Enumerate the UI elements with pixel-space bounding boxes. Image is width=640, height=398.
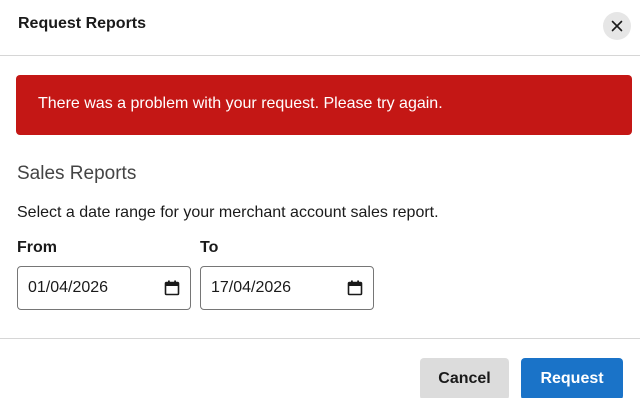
close-icon — [611, 20, 623, 32]
request-reports-dialog: Request Reports There was a problem with… — [0, 0, 640, 398]
cancel-button[interactable]: Cancel — [420, 358, 509, 398]
to-date-input[interactable]: 17/04/2026 — [200, 266, 374, 310]
from-date-input[interactable]: 01/04/2026 — [17, 266, 191, 310]
request-button[interactable]: Request — [521, 358, 623, 398]
calendar-icon[interactable] — [164, 280, 180, 296]
section-description: Select a date range for your merchant ac… — [17, 204, 439, 221]
to-date-value: 17/04/2026 — [211, 279, 292, 296]
calendar-icon[interactable] — [347, 280, 363, 296]
close-button[interactable] — [603, 12, 631, 40]
to-label: To — [200, 239, 219, 256]
dialog-header: Request Reports — [0, 0, 640, 56]
error-message: There was a problem with your request. P… — [38, 95, 443, 112]
from-date-value: 01/04/2026 — [28, 279, 109, 296]
from-label: From — [17, 239, 57, 256]
dialog-title: Request Reports — [18, 15, 147, 32]
error-banner: There was a problem with your request. P… — [16, 75, 632, 135]
section-title: Sales Reports — [17, 163, 137, 184]
